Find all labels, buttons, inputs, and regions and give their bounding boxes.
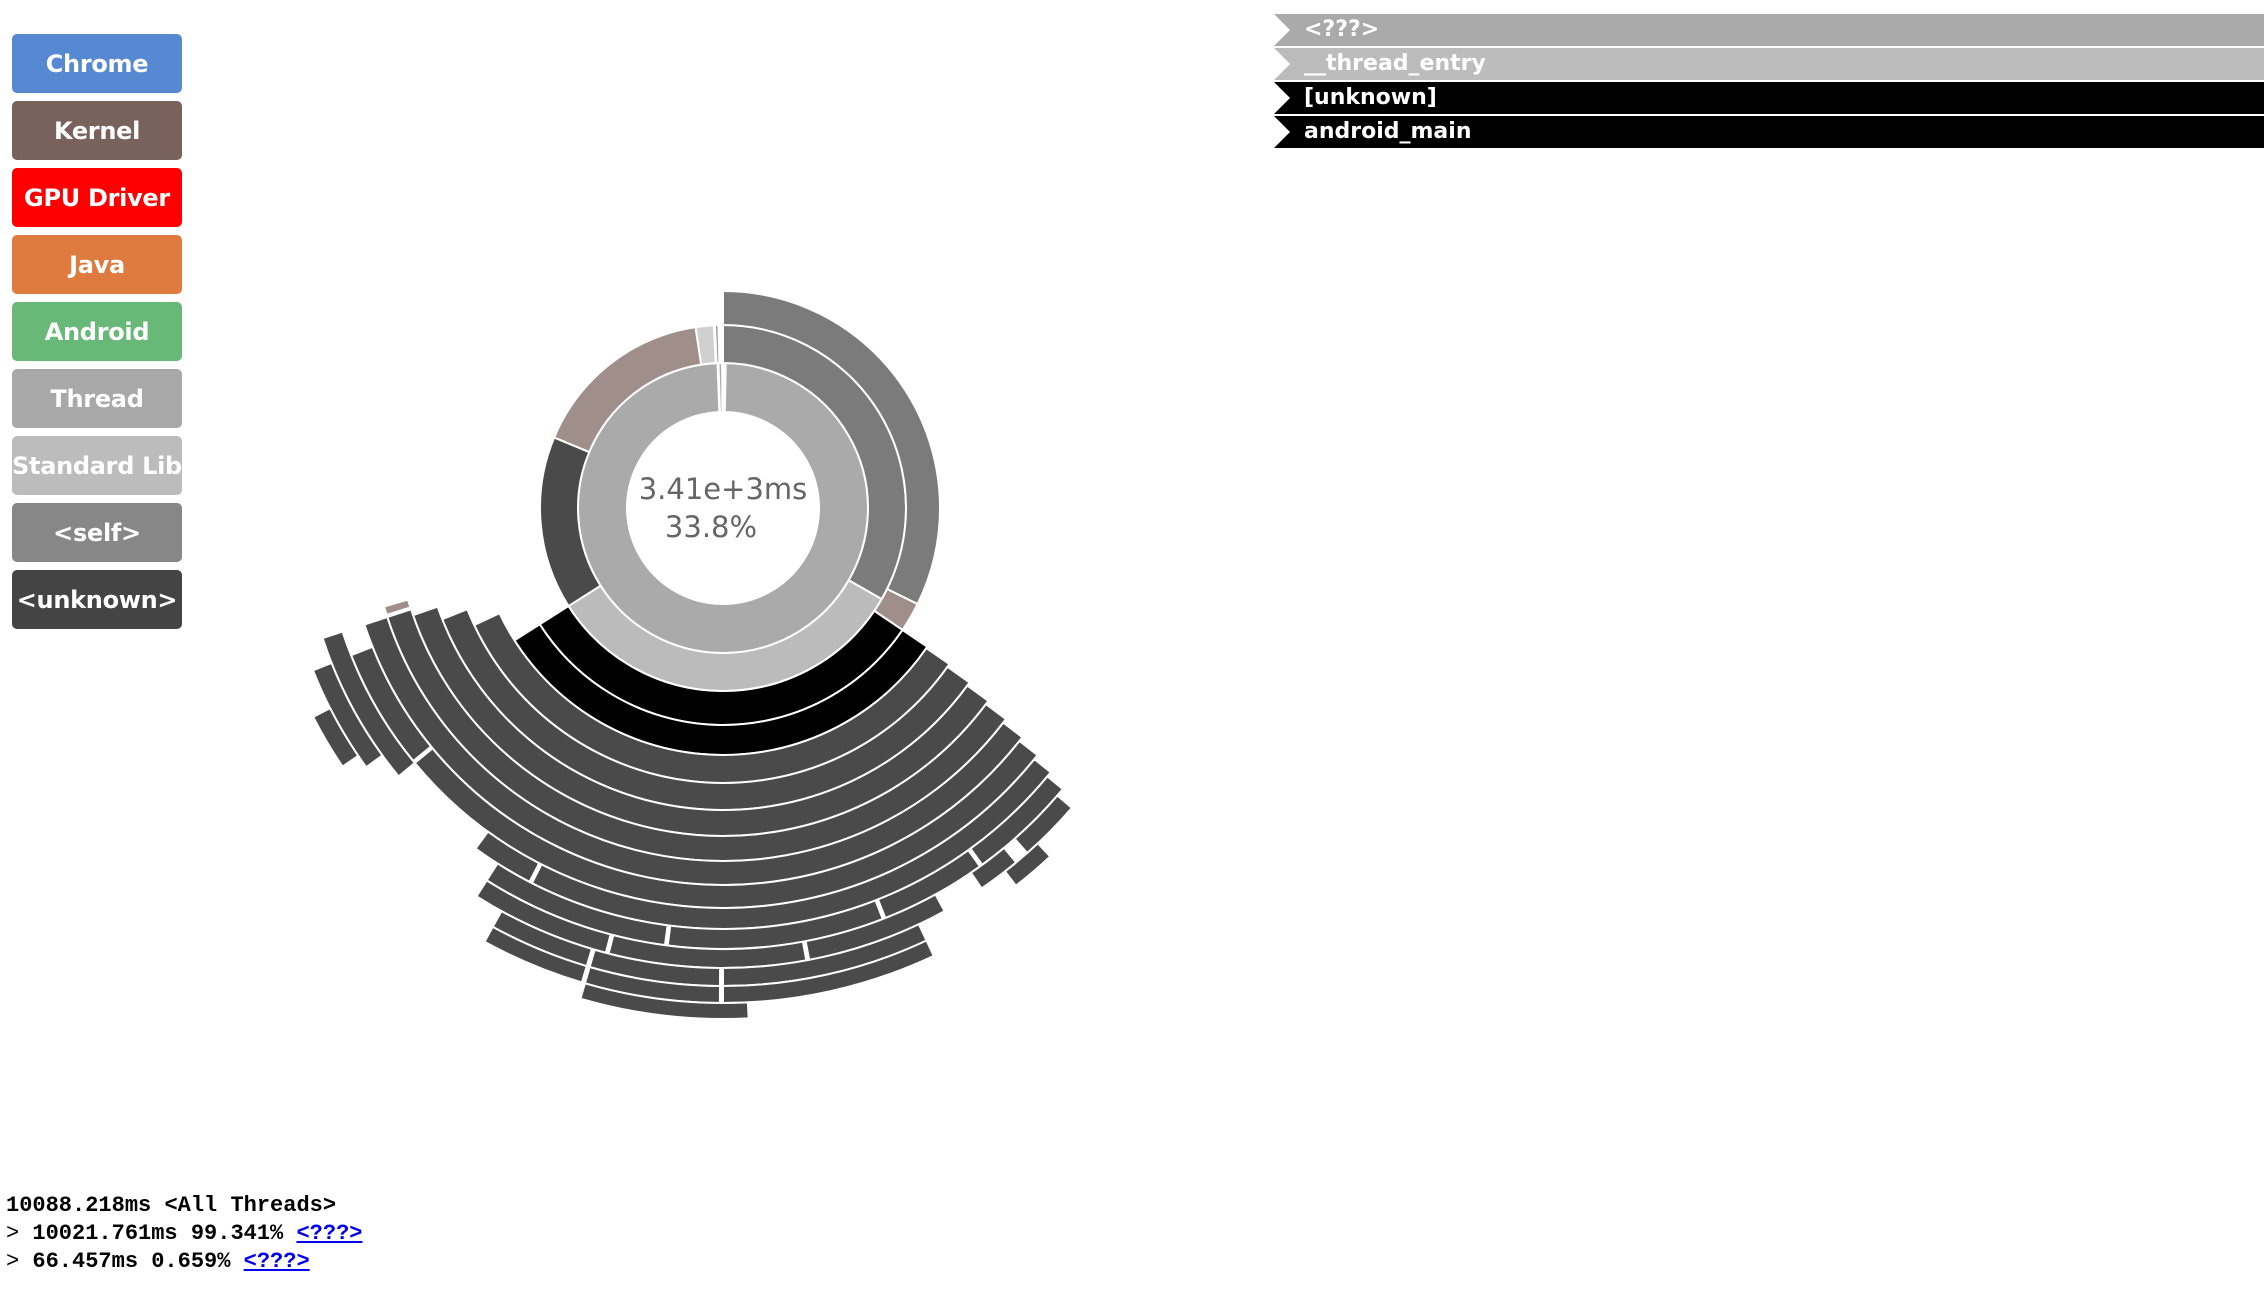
stack-child-percent: 99.341% — [190, 1221, 284, 1246]
stack-child-prefix: > — [6, 1249, 20, 1274]
sunburst-arc[interactable] — [713, 324, 721, 365]
stack-child-time: 66.457ms — [32, 1249, 139, 1274]
stack-child: > 10021.761ms 99.341% <???> — [6, 1220, 362, 1248]
stack-child-percent: 0.659% — [151, 1249, 231, 1274]
sunburst-arc[interactable] — [717, 361, 724, 414]
call-stack-summary: 10088.218ms <All Threads> > 10021.761ms 9… — [6, 1192, 362, 1276]
stack-child-time: 10021.761ms — [32, 1221, 178, 1246]
stack-child-prefix: > — [6, 1221, 20, 1246]
stack-root-name: <All Threads> — [164, 1193, 337, 1218]
stack-root: 10088.218ms <All Threads> — [6, 1192, 362, 1220]
stack-root-time: 10088.218ms — [6, 1193, 152, 1218]
sunburst-chart — [311, 289, 1074, 1020]
stack-child: > 66.457ms 0.659% <???> — [6, 1248, 362, 1276]
stack-child-link[interactable]: <???> — [296, 1221, 362, 1246]
stack-child-link[interactable]: <???> — [244, 1249, 310, 1274]
